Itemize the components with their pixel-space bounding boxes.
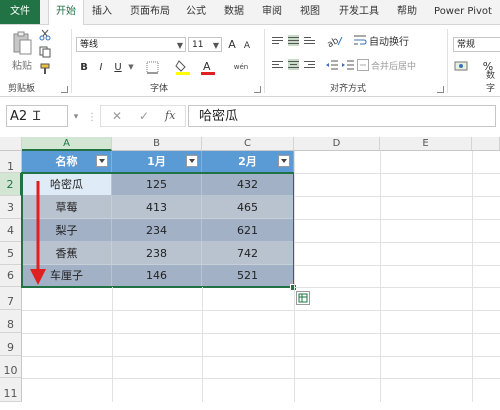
- number-format-select[interactable]: 常规: [453, 37, 500, 52]
- row-header[interactable]: 8: [0, 310, 22, 333]
- chevron-down-icon: ▼: [176, 41, 183, 50]
- tab-review[interactable]: 审阅: [257, 0, 287, 24]
- group-divider: [447, 29, 448, 93]
- column-header-e[interactable]: E: [380, 137, 472, 151]
- font-family-value: 等线: [80, 40, 99, 50]
- align-right-icon[interactable]: [304, 59, 315, 70]
- alignment-launcher-icon[interactable]: [437, 86, 444, 93]
- row-header[interactable]: 9: [0, 333, 22, 356]
- tab-file[interactable]: 文件: [0, 0, 40, 24]
- row-header[interactable]: 11: [0, 378, 22, 402]
- grip-icon: ⋮: [87, 111, 97, 123]
- cut-icon[interactable]: [38, 28, 52, 42]
- borders-icon[interactable]: [143, 60, 161, 74]
- chevron-down-icon: ▼: [212, 41, 219, 50]
- group-divider: [71, 29, 72, 93]
- clipboard-launcher-icon[interactable]: [61, 86, 68, 93]
- merge-center-icon[interactable]: [356, 58, 370, 72]
- cancel-icon[interactable]: ✕: [112, 109, 122, 123]
- row-header[interactable]: 7: [0, 287, 22, 310]
- group-divider: [264, 29, 265, 93]
- tab-home[interactable]: 开始: [48, 0, 84, 25]
- row-header[interactable]: 4: [0, 219, 22, 242]
- ribbon-home: 粘贴 剪贴板 等线 ▼ 11 ▼ A A B I U ▼ A wén 字体 ab: [0, 25, 500, 97]
- column-header-d[interactable]: D: [294, 137, 380, 151]
- worksheet-grid: A B C D E 1 2 3 4 5 6 7 8 9 10 11 名称 1月 …: [0, 137, 500, 402]
- align-top-icon[interactable]: [272, 35, 283, 46]
- column-header-c[interactable]: C: [202, 137, 294, 151]
- merge-center-button[interactable]: 合并后居中: [371, 58, 437, 72]
- italic-button[interactable]: I: [94, 60, 108, 74]
- tab-developer[interactable]: 开发工具: [334, 0, 384, 24]
- tab-formulas[interactable]: 公式: [181, 0, 211, 24]
- decrease-indent-icon[interactable]: [325, 58, 339, 72]
- increase-indent-icon[interactable]: [341, 58, 355, 72]
- font-size-select[interactable]: 11 ▼: [188, 37, 222, 52]
- number-format-value: 常规: [457, 40, 476, 50]
- align-left-icon[interactable]: [272, 59, 283, 70]
- copy-icon[interactable]: [38, 45, 52, 59]
- row-header[interactable]: 2: [0, 173, 22, 196]
- wrap-text-icon[interactable]: [352, 33, 368, 48]
- paste-button[interactable]: 粘贴: [8, 57, 36, 72]
- number-group-label: 数字: [486, 71, 496, 94]
- formula-bar: A2 Ɪ ▾ ⋮ ✕ ✓ fx 哈密瓜: [0, 104, 500, 130]
- text-cursor-icon: Ɪ: [33, 109, 41, 124]
- bold-button[interactable]: B: [77, 60, 91, 74]
- name-box-dropdown-icon[interactable]: ▾: [70, 108, 82, 126]
- svg-text:A: A: [203, 60, 211, 73]
- chevron-down-icon[interactable]: ▼: [127, 60, 135, 74]
- align-middle-icon[interactable]: [288, 35, 299, 46]
- font-color-icon[interactable]: A: [198, 59, 218, 75]
- font-size-value: 11: [192, 40, 204, 50]
- column-header-b[interactable]: B: [112, 137, 202, 151]
- font-group-label: 字体: [150, 84, 169, 94]
- ribbon-tab-bar: 文件 开始 插入 页面布局 公式 数据 审阅 视图 开发工具 帮助 Power …: [0, 0, 500, 25]
- font-launcher-icon[interactable]: [254, 86, 261, 93]
- tab-view[interactable]: 视图: [295, 0, 325, 24]
- tab-data[interactable]: 数据: [219, 0, 249, 24]
- row-header[interactable]: 1: [0, 151, 22, 173]
- underline-button[interactable]: U: [111, 60, 125, 74]
- align-center-icon[interactable]: [288, 59, 299, 70]
- name-box-value: A2: [10, 109, 28, 124]
- shrink-font-button[interactable]: A: [241, 39, 253, 52]
- row-header[interactable]: 6: [0, 265, 22, 287]
- tab-power-pivot[interactable]: Power Pivot: [430, 0, 496, 24]
- orientation-icon[interactable]: ab: [325, 33, 345, 48]
- grow-font-button[interactable]: A: [226, 37, 238, 52]
- format-painter-icon[interactable]: [38, 62, 52, 76]
- clipboard-group-label: 剪贴板: [8, 84, 36, 94]
- tab-page-layout[interactable]: 页面布局: [124, 0, 176, 24]
- name-box[interactable]: A2 Ɪ: [6, 105, 68, 127]
- enter-icon[interactable]: ✓: [139, 109, 149, 123]
- accounting-format-icon[interactable]: [453, 59, 469, 73]
- select-all-corner[interactable]: [0, 137, 22, 151]
- formula-input[interactable]: 哈密瓜: [188, 105, 496, 127]
- tab-help[interactable]: 帮助: [392, 0, 422, 24]
- column-header-a[interactable]: A: [22, 137, 112, 151]
- svg-text:ab: ab: [327, 36, 341, 47]
- row-header[interactable]: 3: [0, 196, 22, 219]
- insert-function-button[interactable]: fx: [165, 109, 175, 122]
- font-family-select[interactable]: 等线 ▼: [76, 37, 186, 52]
- gridlines: [22, 151, 500, 402]
- fill-color-icon[interactable]: [173, 59, 193, 75]
- wrap-text-button[interactable]: 自动换行: [369, 33, 421, 48]
- formula-actions: ✕ ✓ fx: [100, 105, 186, 127]
- row-header[interactable]: 10: [0, 356, 22, 378]
- tab-insert[interactable]: 插入: [86, 0, 118, 24]
- alignment-group-label: 对齐方式: [330, 84, 367, 94]
- align-bottom-icon[interactable]: [304, 35, 315, 46]
- row-header[interactable]: 5: [0, 242, 22, 265]
- clipboard-icon[interactable]: [8, 29, 36, 57]
- phonetic-guide-button[interactable]: wén: [230, 59, 252, 75]
- column-header-empty: [472, 137, 500, 151]
